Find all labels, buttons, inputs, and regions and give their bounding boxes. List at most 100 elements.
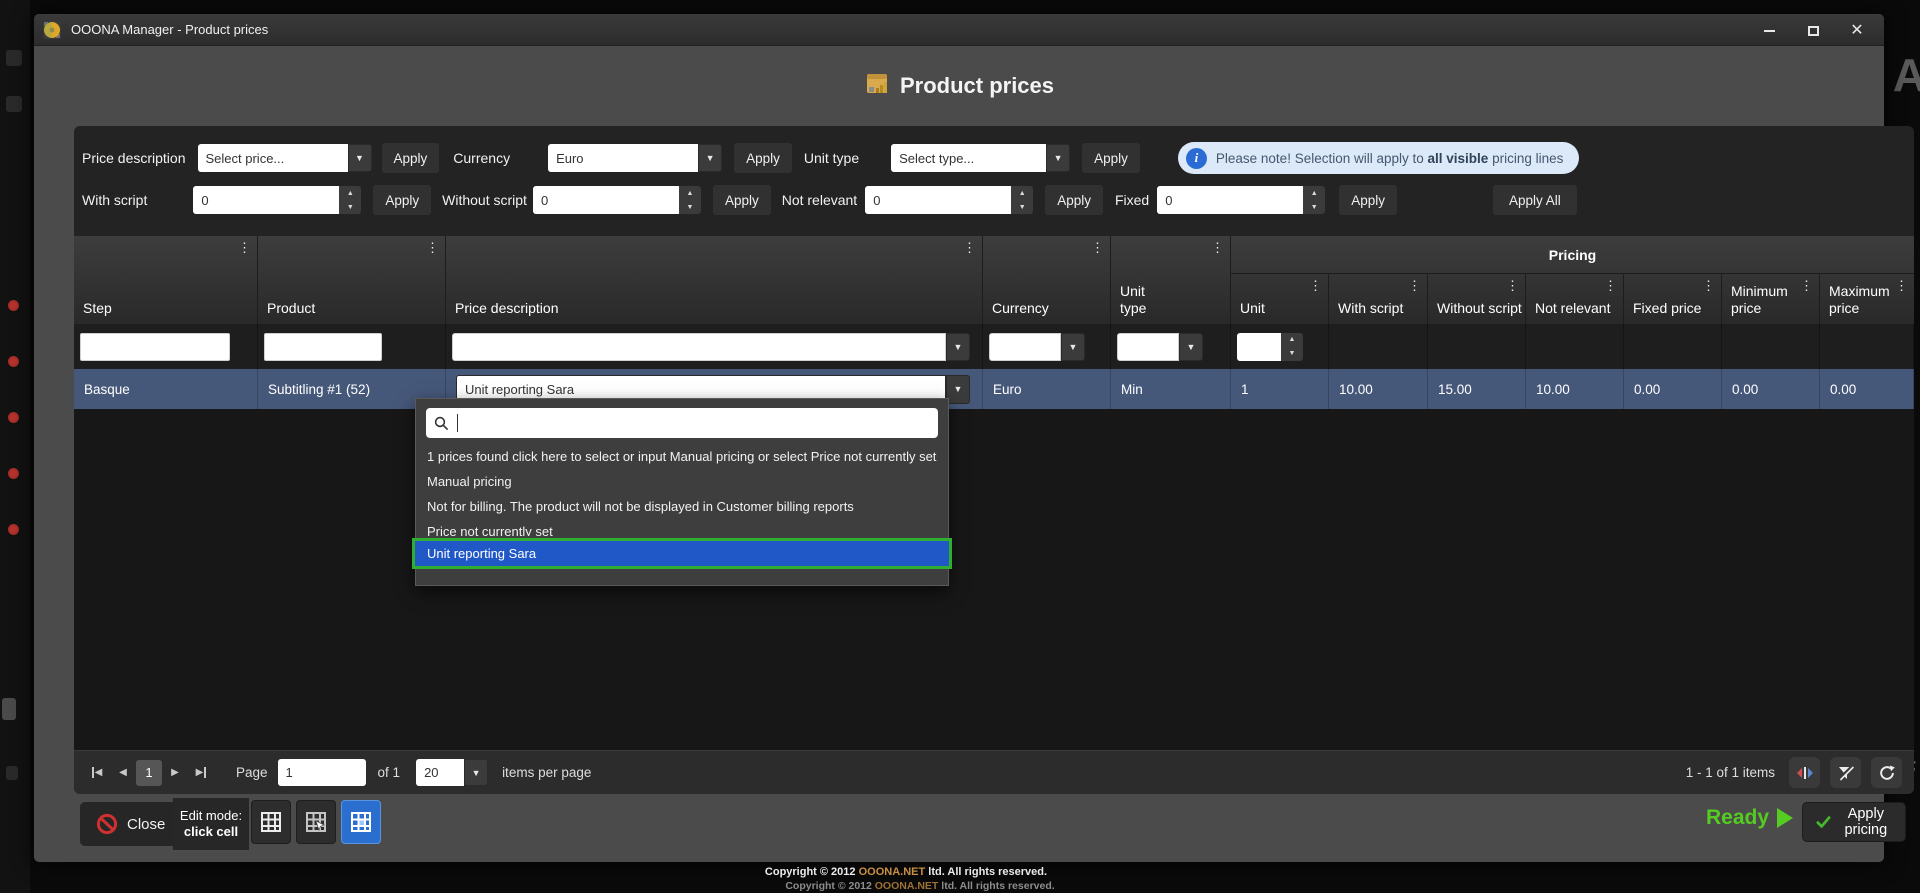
fixed-filter-input[interactable]: ▲ ▼ [1157, 186, 1325, 214]
column-header-minimum-price[interactable]: ⋮ Minimum price [1722, 274, 1820, 324]
chevron-down-icon[interactable]: ▼ [1179, 333, 1203, 361]
column-menu-icon[interactable]: ⋮ [1702, 280, 1715, 292]
column-menu-icon[interactable]: ⋮ [1211, 242, 1224, 254]
chevron-down-icon[interactable]: ▼ [946, 333, 970, 361]
fixed-spinner[interactable]: ▲ ▼ [1303, 186, 1325, 214]
minimize-button[interactable] [1760, 22, 1778, 38]
apply-all-button[interactable]: Apply All [1493, 185, 1577, 215]
spinner-down-icon[interactable]: ▼ [339, 200, 361, 214]
dropdown-option[interactable]: 1 prices found click here to select or i… [416, 444, 948, 469]
chevron-down-icon[interactable]: ▼ [1046, 144, 1070, 172]
cell-unit[interactable]: 1 [1231, 369, 1329, 409]
spinner-up-icon[interactable]: ▲ [679, 186, 701, 200]
dropdown-option-selected[interactable]: Unit reporting Sara [412, 538, 952, 569]
spinner-up-icon[interactable]: ▲ [1011, 186, 1033, 200]
cell-not-relevant[interactable]: 10.00 [1526, 369, 1624, 409]
currency-filter-select[interactable]: Euro ▼ [548, 144, 722, 172]
unit-type-filter-select[interactable]: Select type... ▼ [891, 144, 1070, 172]
previous-page-button[interactable]: ◀ [110, 760, 136, 786]
currency-column-filter[interactable]: ▼ [989, 333, 1085, 361]
spinner-down-icon[interactable]: ▼ [1011, 200, 1033, 214]
column-header-unit-type[interactable]: ⋮ Unit type [1111, 236, 1231, 324]
column-header-currency[interactable]: ⋮ Currency [983, 236, 1111, 324]
apply-price-description-button[interactable]: Apply [382, 143, 440, 173]
chevron-down-icon[interactable]: ▼ [348, 144, 372, 172]
column-menu-icon[interactable]: ⋮ [1895, 280, 1908, 292]
column-menu-icon[interactable]: ⋮ [426, 242, 439, 254]
apply-unit-type-button[interactable]: Apply [1082, 143, 1140, 173]
dropdown-search-input[interactable] [426, 408, 938, 438]
column-header-not-relevant[interactable]: ⋮ Not relevant [1526, 274, 1624, 324]
maximize-button[interactable] [1804, 22, 1822, 38]
column-header-fixed-price[interactable]: ⋮ Fixed price [1624, 274, 1722, 324]
column-header-maximum-price[interactable]: ⋮ Maximum price [1820, 274, 1914, 324]
next-page-button[interactable]: ▶ [162, 760, 188, 786]
items-per-page-value[interactable]: 20 [416, 759, 464, 786]
apply-with-script-button[interactable]: Apply [373, 185, 431, 215]
current-page-button[interactable]: 1 [136, 760, 162, 786]
table-row[interactable]: Basque Subtitling #1 (52) Unit reporting… [74, 369, 1914, 409]
without-script-filter-input[interactable]: ▲ ▼ [533, 186, 701, 214]
with-script-value[interactable] [193, 186, 339, 214]
unit-type-column-filter[interactable]: ▼ [1117, 333, 1203, 361]
cell-unit-type[interactable]: Min [1111, 369, 1231, 409]
column-menu-icon[interactable]: ⋮ [963, 242, 976, 254]
cell-minimum-price[interactable]: 0.00 [1722, 369, 1820, 409]
items-per-page-select[interactable]: 20 ▼ [416, 759, 488, 786]
without-script-spinner[interactable]: ▲ ▼ [679, 186, 701, 214]
column-header-price-description[interactable]: ⋮ Price description [446, 236, 983, 324]
spinner-down-icon[interactable]: ▼ [1303, 200, 1325, 214]
with-script-filter-input[interactable]: ▲ ▼ [193, 186, 361, 214]
dropdown-option[interactable]: Not for billing. The product will not be… [416, 494, 948, 519]
unit-filter-value[interactable] [1237, 333, 1281, 361]
not-relevant-value[interactable] [865, 186, 1011, 214]
column-menu-icon[interactable]: ⋮ [1800, 280, 1813, 292]
spinner-up-icon[interactable]: ▲ [1303, 186, 1325, 200]
chevron-down-icon[interactable]: ▼ [698, 144, 722, 172]
with-script-spinner[interactable]: ▲ ▼ [339, 186, 361, 214]
column-menu-icon[interactable]: ⋮ [1604, 280, 1617, 292]
cell-step[interactable]: Basque [74, 369, 258, 409]
not-relevant-spinner[interactable]: ▲ ▼ [1011, 186, 1033, 214]
without-script-value[interactable] [533, 186, 679, 214]
fit-columns-button[interactable] [1789, 757, 1820, 788]
apply-fixed-button[interactable]: Apply [1339, 185, 1397, 215]
apply-without-script-button[interactable]: Apply [713, 185, 771, 215]
last-page-button[interactable]: ▶ [188, 760, 214, 786]
unit-type-filter-value[interactable]: Select type... [891, 144, 1046, 172]
column-header-step[interactable]: ⋮ Step [74, 236, 258, 324]
step-column-filter-input[interactable] [80, 333, 230, 361]
column-menu-icon[interactable]: ⋮ [1091, 242, 1104, 254]
apply-pricing-button[interactable]: Apply pricing [1802, 802, 1906, 842]
page-number-input[interactable] [278, 759, 366, 786]
cell-with-script[interactable]: 10.00 [1329, 369, 1428, 409]
currency-filter-value[interactable]: Euro [548, 144, 698, 172]
close-button[interactable]: Close [80, 802, 181, 846]
column-header-unit[interactable]: ⋮ Unit [1231, 274, 1329, 324]
column-menu-icon[interactable]: ⋮ [1309, 280, 1322, 292]
cell-currency[interactable]: Euro [983, 369, 1111, 409]
column-menu-icon[interactable]: ⋮ [1506, 280, 1519, 292]
column-header-with-script[interactable]: ⋮ With script [1329, 274, 1428, 324]
edit-mode-grid-button[interactable] [251, 800, 291, 844]
chevron-down-icon[interactable]: ▼ [464, 759, 488, 786]
clear-filters-button[interactable] [1830, 757, 1861, 788]
price-description-filter-value[interactable]: Select price... [198, 144, 348, 172]
product-column-filter-input[interactable] [264, 333, 382, 361]
cell-without-script[interactable]: 15.00 [1428, 369, 1526, 409]
price-description-column-filter[interactable]: ▼ [452, 333, 970, 361]
edit-mode-click-cell-button[interactable] [341, 800, 381, 844]
spinner-up-icon[interactable]: ▲ [1281, 333, 1303, 347]
apply-not-relevant-button[interactable]: Apply [1045, 185, 1103, 215]
apply-currency-button[interactable]: Apply [734, 143, 792, 173]
column-menu-icon[interactable]: ⋮ [1408, 280, 1421, 292]
dropdown-option[interactable]: Manual pricing [416, 469, 948, 494]
column-menu-icon[interactable]: ⋮ [238, 242, 251, 254]
dropdown-option[interactable]: Price not currently set [416, 519, 948, 536]
column-header-without-script[interactable]: ⋮ Without script [1428, 274, 1526, 324]
column-header-product[interactable]: ⋮ Product [258, 236, 446, 324]
unit-column-filter[interactable]: ▲ ▼ [1237, 333, 1303, 361]
close-window-button[interactable]: ✕ [1848, 20, 1866, 40]
spinner-down-icon[interactable]: ▼ [1281, 347, 1303, 361]
unit-filter-spinner[interactable]: ▲ ▼ [1281, 333, 1303, 361]
